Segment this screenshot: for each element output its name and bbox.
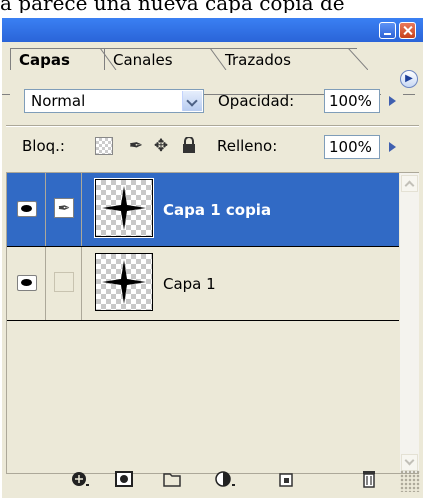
scroll-up-icon[interactable]: [401, 175, 418, 192]
tab-trazados[interactable]: Trazados: [217, 48, 357, 70]
lock-move-icon[interactable]: ✥: [152, 137, 170, 155]
tab-divider: [209, 48, 227, 70]
tab-canales[interactable]: Canales: [105, 48, 217, 70]
lock-all-icon[interactable]: [180, 136, 198, 155]
link-layers-icon[interactable]: [70, 470, 90, 488]
minimize-button[interactable]: [379, 22, 396, 39]
resize-grip[interactable]: [400, 470, 420, 492]
divider: [6, 126, 419, 127]
layer-name[interactable]: Capa 1 copia: [163, 201, 271, 219]
layer-mask-icon[interactable]: [114, 470, 134, 488]
sparkle-icon: [102, 260, 146, 304]
visibility-cell[interactable]: [7, 247, 46, 320]
link-cell[interactable]: [45, 247, 82, 320]
panel-footer: [2, 456, 423, 498]
background-caption-text: a parece una nueva capa copia de: [0, 0, 345, 13]
panel-title-bar: [2, 18, 423, 42]
vertical-scrollbar[interactable]: [399, 173, 419, 473]
empty-link-box: [54, 272, 74, 292]
layer-row[interactable]: Capa 1: [7, 247, 399, 321]
eye-icon[interactable]: [17, 201, 37, 217]
fill-label: Relleno:: [217, 137, 278, 155]
sparkle-icon: [102, 186, 146, 230]
opacity-label: Opacidad:: [218, 92, 295, 110]
tab-divider: [99, 48, 117, 70]
chevron-down-icon[interactable]: [182, 91, 202, 111]
link-cell[interactable]: ✒: [45, 173, 82, 246]
blend-mode-select[interactable]: Normal: [24, 89, 204, 113]
panel-tabs: Capas Canales Trazados ▶: [2, 42, 423, 95]
new-layer-icon[interactable]: [277, 470, 297, 488]
close-button[interactable]: [399, 22, 416, 39]
fill-value: 100%: [329, 138, 372, 156]
lock-label: Bloq.:: [22, 137, 65, 155]
blend-mode-value: Normal: [31, 92, 86, 110]
opacity-value: 100%: [329, 92, 372, 110]
lock-transparency-icon[interactable]: [95, 137, 113, 155]
eye-icon[interactable]: [17, 275, 37, 291]
tab-baseline-left: [2, 94, 10, 95]
opacity-input[interactable]: 100%: [324, 89, 380, 113]
layers-panel: Capas Canales Trazados ▶ Normal Opacidad…: [2, 18, 423, 498]
layer-name[interactable]: Capa 1: [163, 275, 216, 293]
opacity-slider-arrow-icon[interactable]: [381, 89, 403, 113]
trash-icon[interactable]: [359, 470, 379, 488]
fill-slider-arrow-icon[interactable]: [381, 135, 403, 159]
layer-thumbnail: [94, 178, 154, 238]
fill-input[interactable]: 100%: [324, 135, 380, 159]
tab-capas[interactable]: Capas: [10, 48, 105, 70]
tab-divider: [348, 48, 368, 70]
layer-row[interactable]: ✒ Capa 1 copia: [7, 173, 399, 247]
panel-menu-icon[interactable]: ▶: [400, 70, 418, 88]
brush-icon: ✒: [54, 198, 74, 218]
layers-list: ✒ Capa 1 copia Capa 1: [6, 172, 419, 474]
visibility-cell[interactable]: [7, 173, 46, 246]
layer-thumbnail: [95, 253, 153, 311]
lock-brush-icon[interactable]: ✒: [127, 137, 145, 155]
adjustment-layer-icon[interactable]: [214, 470, 235, 488]
new-group-icon[interactable]: [162, 470, 182, 488]
